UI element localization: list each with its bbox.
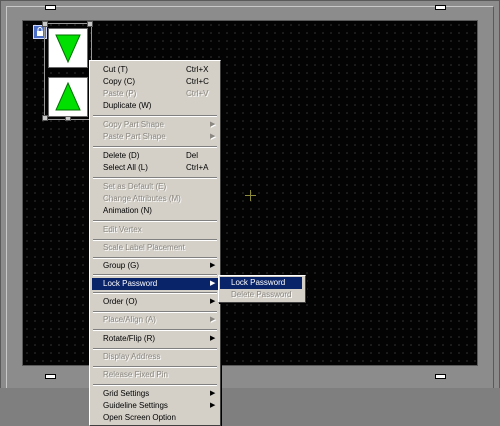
- menu-item-rotate-flip[interactable]: Rotate/Flip (R) ▶: [92, 333, 218, 345]
- menu-item-duplicate[interactable]: Duplicate (W): [92, 100, 218, 112]
- frame-resize-handle-top-right[interactable]: [435, 5, 446, 10]
- menu-separator: [93, 329, 217, 331]
- menu-item-group[interactable]: Group (G) ▶: [92, 260, 218, 272]
- context-menu: Cut (T) Ctrl+X Copy (C) Ctrl+C Paste (P) Ct…: [89, 60, 221, 426]
- menu-separator: [93, 239, 217, 241]
- frame-resize-handle-bottom-right[interactable]: [435, 374, 446, 379]
- menu-item-set-as-default[interactable]: Set as Default (E): [92, 181, 218, 193]
- menu-item-change-attributes[interactable]: Change Attributes (M): [92, 193, 218, 205]
- menu-separator: [93, 274, 217, 276]
- menu-item-select-all[interactable]: Select All (L) Ctrl+A: [92, 162, 218, 174]
- frame-resize-handle-top-left[interactable]: [45, 5, 56, 10]
- menu-separator: [93, 311, 217, 313]
- bottom-panel: [0, 388, 500, 426]
- menu-item-cut[interactable]: Cut (T) Ctrl+X: [92, 64, 218, 76]
- submenu-item-delete-password[interactable]: Delete Password: [220, 289, 302, 301]
- menu-item-place-align[interactable]: Place/Align (A) ▶: [92, 314, 218, 326]
- menu-item-copy[interactable]: Copy (C) Ctrl+C: [92, 76, 218, 88]
- menu-item-guideline-settings[interactable]: Guideline Settings ▶: [92, 400, 218, 412]
- submenu-item-lock-password[interactable]: Lock Password: [220, 277, 302, 289]
- menu-item-grid-settings[interactable]: Grid Settings ▶: [92, 388, 218, 400]
- menu-separator: [93, 220, 217, 222]
- menu-separator: [93, 292, 217, 294]
- menu-item-edit-vertex[interactable]: Edit Vertex: [92, 224, 218, 236]
- chevron-right-icon: ▶: [210, 316, 216, 323]
- menu-item-open-screen-option[interactable]: Open Screen Option: [92, 412, 218, 424]
- menu-item-lock-password[interactable]: Lock Password ▶: [92, 278, 218, 290]
- menu-item-paste-part-shape[interactable]: Paste Part Shape ▶: [92, 131, 218, 143]
- menu-item-display-address[interactable]: Display Address: [92, 351, 218, 363]
- menu-item-order[interactable]: Order (O) ▶: [92, 296, 218, 308]
- chevron-right-icon: ▶: [210, 262, 216, 269]
- chevron-right-icon: ▶: [210, 402, 216, 409]
- chevron-right-icon: ▶: [210, 298, 216, 305]
- menu-separator: [93, 366, 217, 368]
- triangle-up-icon: [55, 81, 81, 111]
- selection-handle[interactable]: [87, 21, 93, 27]
- up-arrow-part[interactable]: [48, 77, 88, 117]
- lock-password-submenu: Lock Password Delete Password: [218, 275, 306, 303]
- chevron-right-icon: ▶: [210, 335, 216, 342]
- menu-item-release-fixed-pin[interactable]: Release Fixed Pin: [92, 369, 218, 381]
- menu-item-paste[interactable]: Paste (P) Ctrl+V: [92, 88, 218, 100]
- menu-separator: [93, 146, 217, 148]
- chevron-right-icon: ▶: [210, 133, 216, 140]
- crosshair-cursor-vertical: [250, 190, 251, 201]
- menu-item-delete[interactable]: Delete (D) Del: [92, 150, 218, 162]
- frame-resize-handle-bottom-left[interactable]: [45, 374, 56, 379]
- menu-item-scale-label-placement[interactable]: Scale Label Placement: [92, 242, 218, 254]
- menu-item-animation[interactable]: Animation (N): [92, 205, 218, 217]
- selection-handle[interactable]: [42, 21, 48, 27]
- triangle-down-icon: [55, 34, 81, 64]
- chevron-right-icon: ▶: [210, 390, 216, 397]
- menu-separator: [93, 257, 217, 259]
- menu-separator: [93, 115, 217, 117]
- menu-separator: [93, 384, 217, 386]
- menu-separator: [93, 348, 217, 350]
- menu-separator: [93, 177, 217, 179]
- menu-item-copy-part-shape[interactable]: Copy Part Shape ▶: [92, 119, 218, 131]
- chevron-right-icon: ▶: [210, 280, 216, 287]
- down-arrow-part[interactable]: [48, 28, 88, 68]
- chevron-right-icon: ▶: [210, 121, 216, 128]
